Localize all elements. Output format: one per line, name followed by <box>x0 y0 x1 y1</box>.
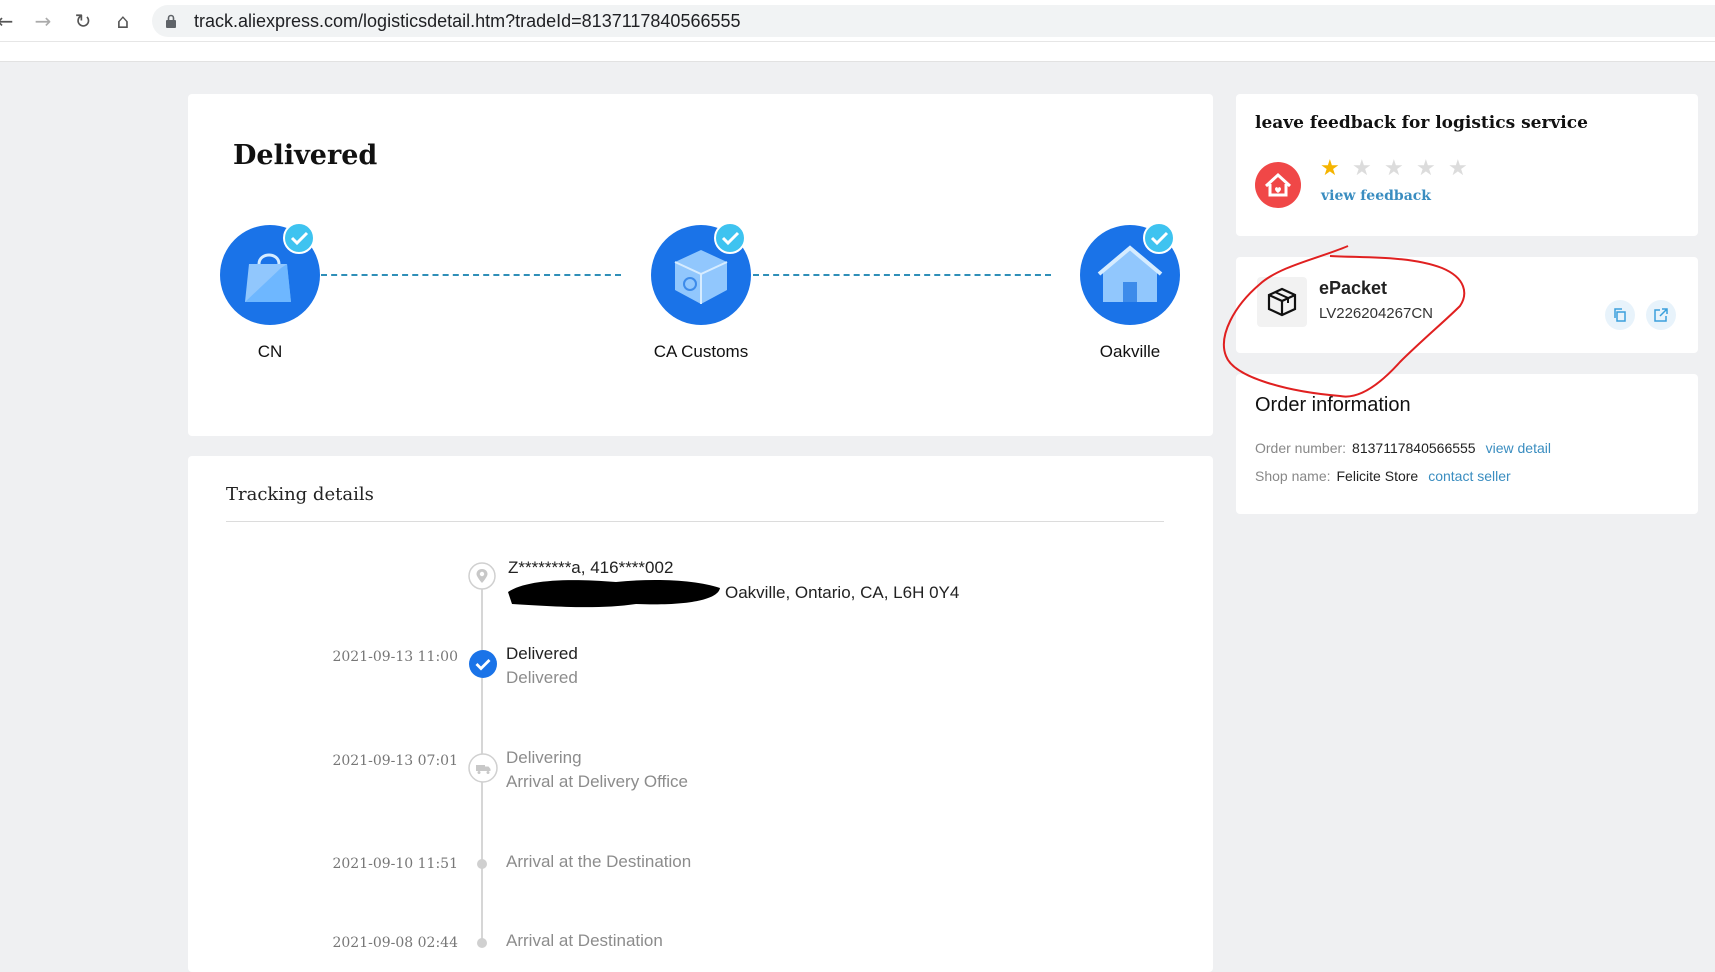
route-node-label: CN <box>257 342 283 361</box>
star-filled-icon[interactable]: ★ <box>1320 158 1340 180</box>
carrier-card: ePacket LV226204267CN <box>1236 257 1698 353</box>
timeline-dot <box>477 938 487 948</box>
event-subtitle: Delivered <box>506 668 578 687</box>
divider <box>226 521 1164 522</box>
check-circle-icon <box>469 650 497 678</box>
event-subtitle: Arrival at Delivery Office <box>506 772 689 791</box>
star-empty-icon[interactable]: ★ <box>1384 158 1404 180</box>
event-time: 2021-09-08 02:44 <box>332 935 458 951</box>
location-pin-icon <box>468 562 496 590</box>
shopping-bag-icon <box>220 224 320 325</box>
star-empty-icon[interactable]: ★ <box>1352 158 1372 180</box>
event-title: Arrival at the Destination <box>506 852 692 871</box>
event-title: Delivering <box>506 748 582 767</box>
route-connector <box>321 274 621 276</box>
order-number-label: Order number: <box>1255 440 1347 456</box>
redaction-mark <box>508 580 720 608</box>
package-box-icon <box>1257 277 1307 327</box>
delivery-truck-icon <box>468 753 498 783</box>
delivery-status-card: Delivered CN CA Customs Oakville <box>188 94 1213 436</box>
order-information-title: Order information <box>1255 394 1411 416</box>
logistics-feedback-card: leave feedback for logistics service ★ ★ ★… <box>1236 94 1698 236</box>
open-external-button[interactable] <box>1646 300 1676 330</box>
shop-name-value: Felicite Store <box>1336 468 1419 484</box>
star-empty-icon[interactable]: ★ <box>1416 158 1436 180</box>
home-icon[interactable]: ⌂ <box>110 8 136 34</box>
reload-icon[interactable]: ↻ <box>70 8 96 34</box>
address-text: Oakville, Ontario, CA, L6H 0Y4 <box>725 583 960 602</box>
order-information-card: Order information Order number: 813711784… <box>1236 374 1698 514</box>
shop-name-label: Shop name: <box>1255 468 1331 484</box>
external-link-icon <box>1654 308 1668 322</box>
tracking-details-card: Tracking details Z********a, 416****002 … <box>188 456 1213 972</box>
shop-name-row: Shop name: Felicite Store contact seller <box>1255 468 1511 484</box>
browser-toolbar: ← → ↻ ⌂ track.aliexpress.com/logisticsde… <box>0 0 1715 42</box>
view-detail-link[interactable]: view detail <box>1486 440 1551 456</box>
event-time: 2021-09-13 07:01 <box>332 753 458 769</box>
house-icon <box>1080 224 1180 325</box>
carrier-name: ePacket <box>1319 278 1388 298</box>
address-bar[interactable]: track.aliexpress.com/logisticsdetail.htm… <box>152 5 1715 37</box>
feedback-title: leave feedback for logistics service <box>1255 113 1588 133</box>
timeline-dot <box>477 859 487 869</box>
url-text[interactable]: track.aliexpress.com/logisticsdetail.htm… <box>194 11 741 32</box>
event-title: Delivered <box>506 644 578 663</box>
store-home-icon <box>1255 162 1301 208</box>
copy-icon <box>1614 308 1626 322</box>
event-time: 2021-09-13 11:00 <box>332 649 458 665</box>
page-header-strip <box>0 42 1715 62</box>
route-connector <box>753 274 1051 276</box>
tracking-number: LV226204267CN <box>1319 305 1433 322</box>
back-arrow-icon[interactable]: ← <box>0 8 18 34</box>
event-title: Arrival at Destination <box>506 931 663 950</box>
view-feedback-link[interactable]: view feedback <box>1321 188 1431 204</box>
customs-package-icon <box>651 224 751 325</box>
delivery-status-title: Delivered <box>233 140 378 171</box>
contact-seller-link[interactable]: contact seller <box>1428 468 1510 484</box>
star-empty-icon[interactable]: ★ <box>1448 158 1468 180</box>
route-node-label: CA Customs <box>653 342 749 361</box>
event-time: 2021-09-10 11:51 <box>332 856 458 872</box>
tracking-details-title: Tracking details <box>226 484 374 505</box>
order-number-row: Order number: 8137117840566555 view detail <box>1255 440 1551 456</box>
route-node-label: Oakville <box>1099 342 1161 361</box>
lock-icon <box>166 14 176 28</box>
copy-button[interactable] <box>1605 300 1635 330</box>
order-number-value: 8137117840566555 <box>1352 440 1476 456</box>
forward-arrow-icon[interactable]: → <box>30 8 56 34</box>
